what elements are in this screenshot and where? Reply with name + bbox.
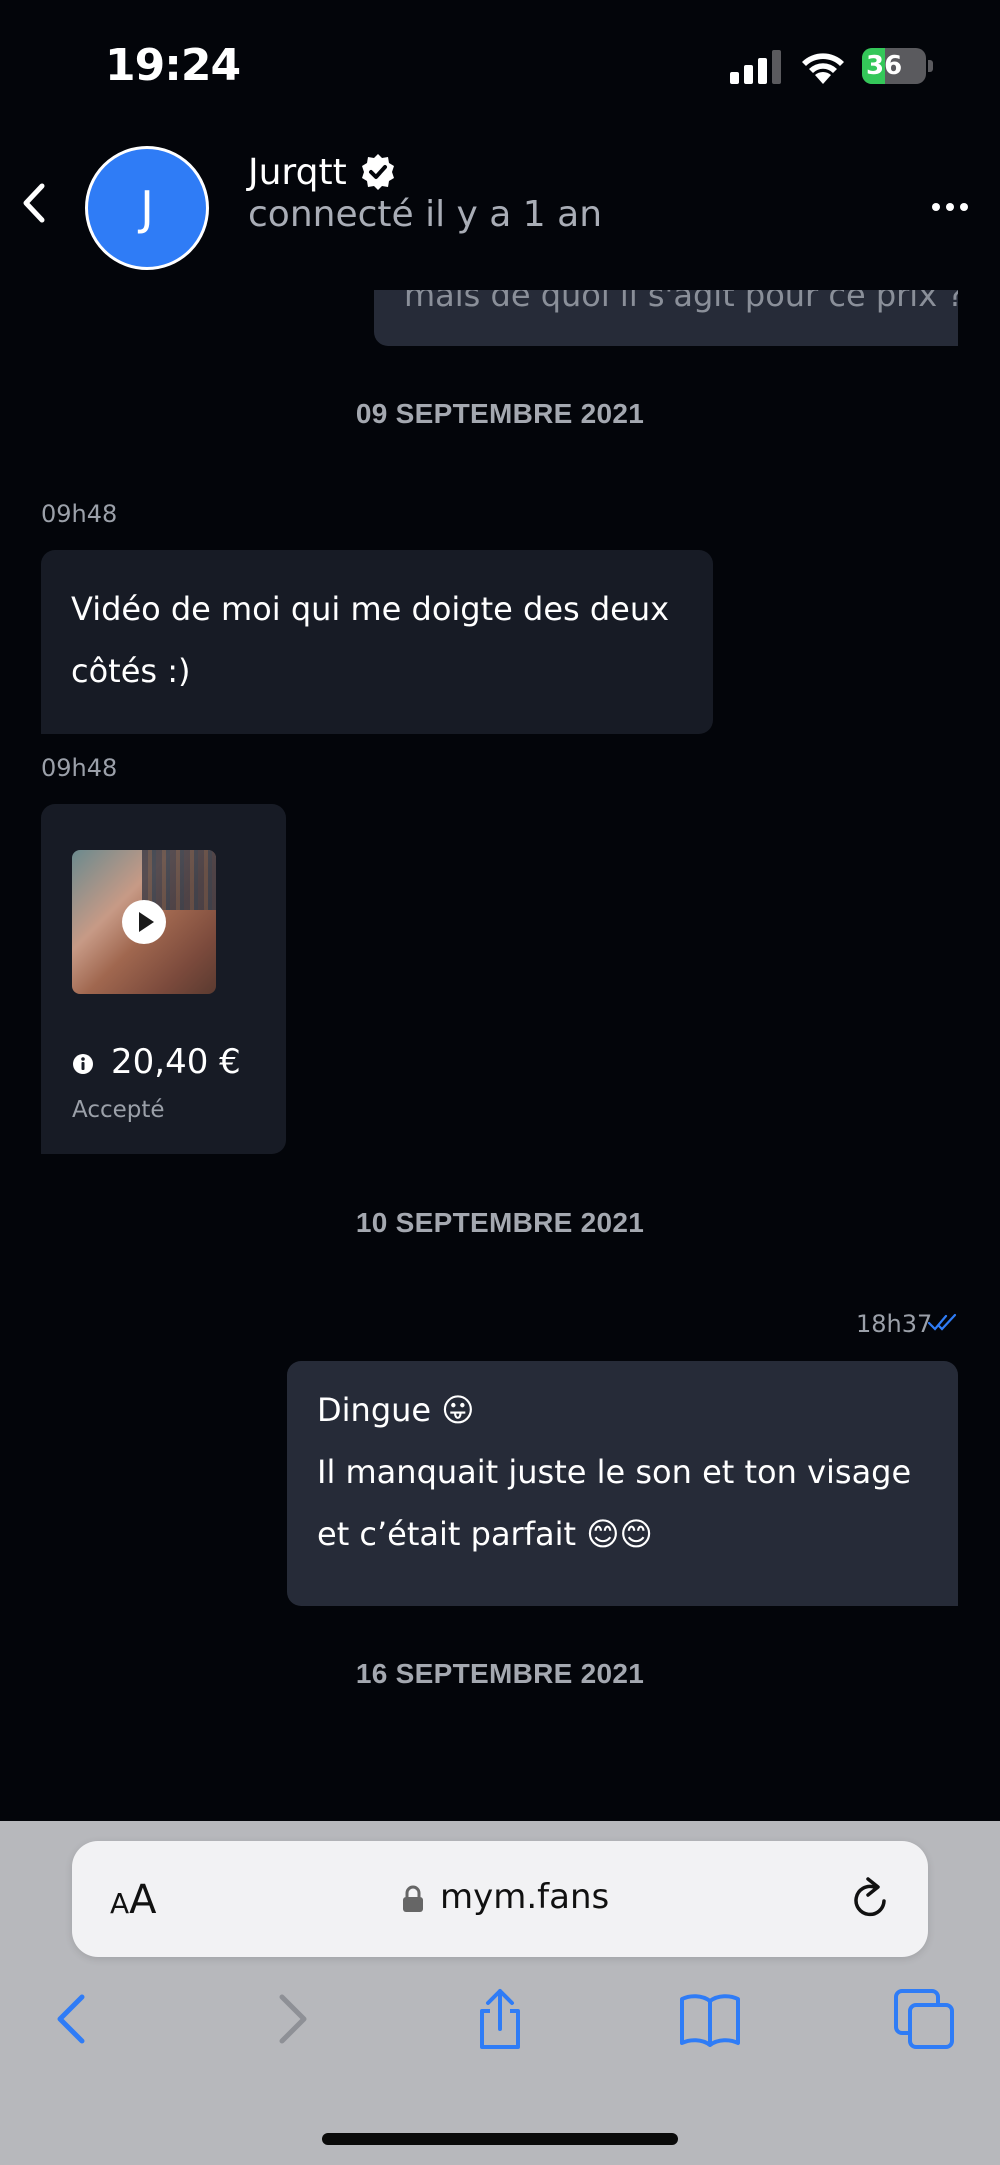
browser-toolbar: AA mym.fans xyxy=(0,1821,1000,2165)
more-options-icon[interactable] xyxy=(930,200,970,214)
chat-header: J Jurqtt connecté il y a 1 an xyxy=(0,130,1000,285)
share-icon[interactable] xyxy=(468,1987,532,2051)
outgoing-message-bubble[interactable]: Dingue 😛 Il manquait juste le son et ton… xyxy=(287,1361,958,1606)
wifi-icon xyxy=(802,53,844,84)
video-thumbnail[interactable] xyxy=(72,850,216,994)
message-time: 18h37 xyxy=(856,1310,933,1338)
media-status: Accepté xyxy=(72,1097,165,1123)
back-chevron-icon[interactable] xyxy=(14,178,54,228)
tabs-icon[interactable] xyxy=(892,1987,956,2051)
info-icon xyxy=(73,1054,93,1074)
url-text[interactable]: mym.fans xyxy=(440,1877,609,1917)
bookmarks-icon[interactable] xyxy=(678,1987,742,2051)
previous-message-text: mais de quoi il s'agit pour ce prix ? xyxy=(404,290,958,314)
message-time: 09h48 xyxy=(41,500,118,528)
battery-indicator: 36 xyxy=(862,48,933,84)
date-separator: 09 SEPTEMBRE 2021 xyxy=(355,398,645,429)
message-text: Vidéo de moi qui me doigte des deux côté… xyxy=(71,590,670,690)
media-message-time: 09h48 xyxy=(41,754,118,782)
battery-percent: 36 xyxy=(866,51,903,81)
message-line: Dingue 😛 xyxy=(317,1391,475,1429)
previous-message-bubble: mais de quoi il s'agit pour ce prix ? xyxy=(374,290,958,346)
home-indicator[interactable] xyxy=(322,2133,678,2145)
message-line: Il manquait juste le son et ton visage e… xyxy=(317,1453,912,1553)
verified-badge-icon xyxy=(362,154,394,190)
date-separator: 16 SEPTEMBRE 2021 xyxy=(355,1658,645,1689)
read-receipt-icon xyxy=(928,1313,957,1331)
back-icon[interactable] xyxy=(42,1987,106,2051)
forward-icon[interactable] xyxy=(258,1987,322,2051)
status-time: 19:24 xyxy=(105,40,241,91)
status-bar: 19:24 36 xyxy=(0,0,1000,130)
text-size-button[interactable]: AA xyxy=(110,1877,157,1923)
date-separator: 10 SEPTEMBRE 2021 xyxy=(355,1207,645,1238)
paid-media-card[interactable]: 20,40 € Accepté xyxy=(41,804,286,1154)
play-icon[interactable] xyxy=(122,900,166,944)
cellular-signal-icon xyxy=(730,50,781,84)
last-seen-status: connecté il y a 1 an xyxy=(248,194,603,235)
avatar[interactable]: J xyxy=(85,146,209,270)
lock-icon xyxy=(403,1885,423,1912)
reload-icon[interactable] xyxy=(848,1875,894,1923)
incoming-message-bubble[interactable]: Vidéo de moi qui me doigte des deux côté… xyxy=(41,550,713,734)
media-price: 20,40 € xyxy=(111,1042,241,1082)
contact-name[interactable]: Jurqtt xyxy=(248,152,347,193)
address-bar[interactable]: AA mym.fans xyxy=(72,1841,928,1957)
